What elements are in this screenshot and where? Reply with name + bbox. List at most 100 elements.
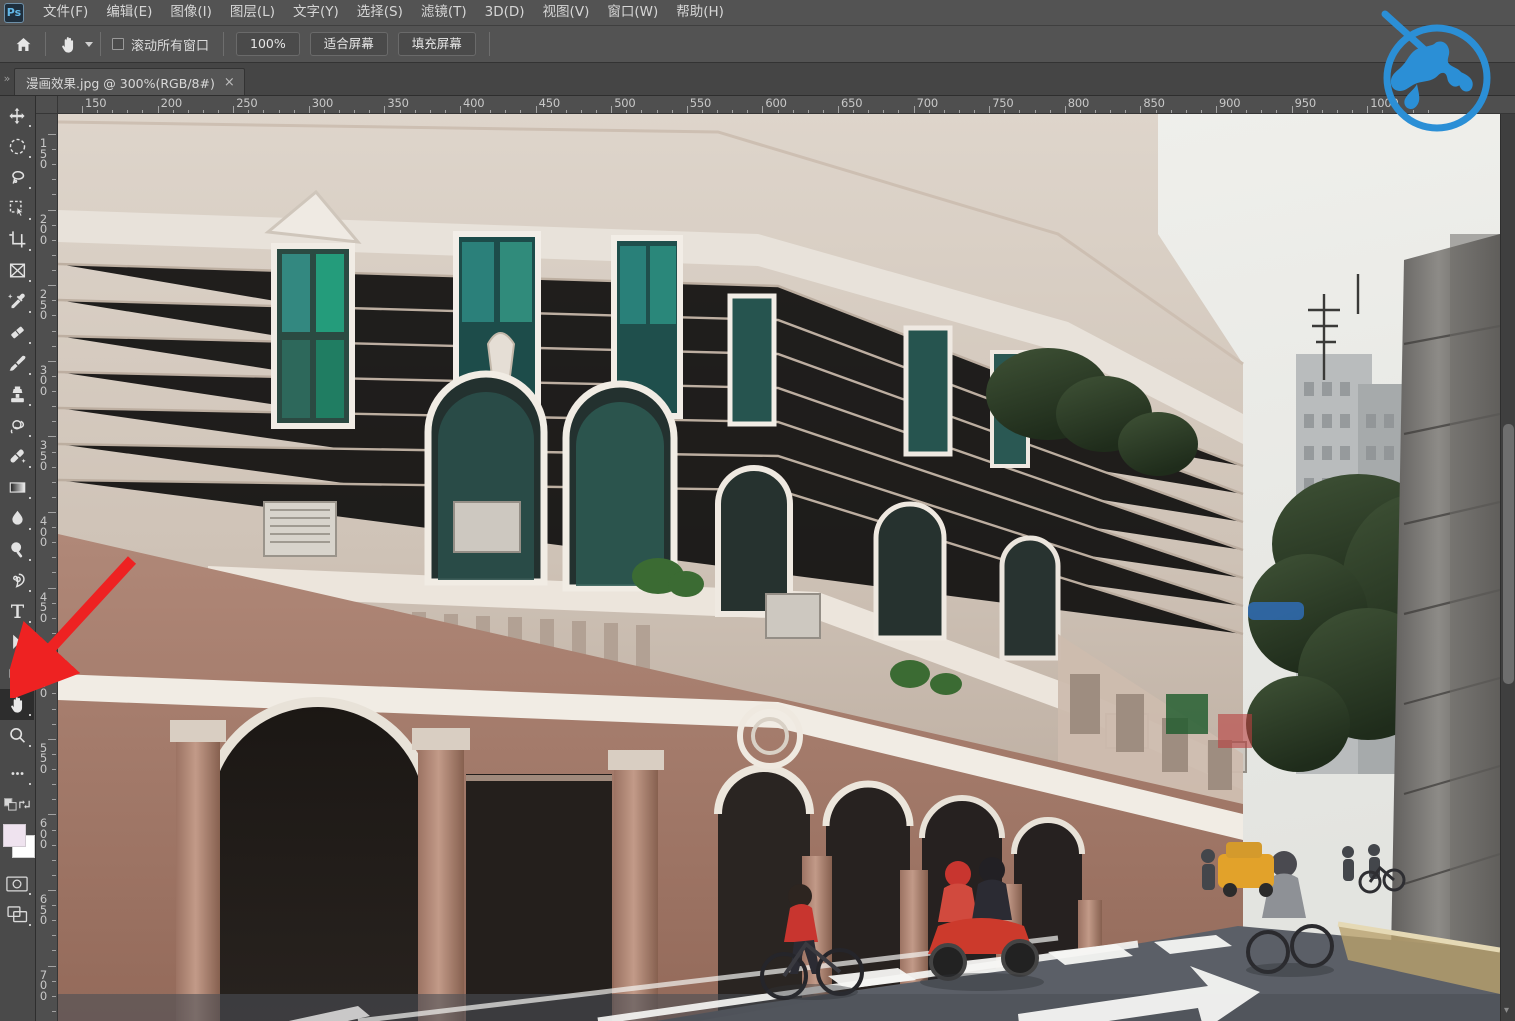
spot-healing-tool[interactable] [0,441,34,472]
ruler-tick [838,106,839,113]
color-swatches[interactable] [0,822,35,868]
ruler-corner [36,96,58,114]
menu-file[interactable]: 文件(F) [34,2,97,24]
ruler-label: 650 [39,892,48,927]
frame-tool[interactable] [0,255,34,286]
document-canvas[interactable] [58,114,1500,1021]
panel-expander-icon[interactable]: » [0,62,14,95]
ruler-minor-tick [52,572,56,574]
ruler-minor-tick [52,980,56,982]
ruler-minor-tick [52,345,56,347]
quick-mask-tool[interactable] [0,868,34,899]
home-icon[interactable] [8,31,38,57]
ruler-label: 150 [39,136,48,171]
zoom-tool[interactable] [0,720,34,751]
ruler-label: 200 [39,211,48,247]
horizontal-ruler[interactable]: 150 200 250 300 350 400 450 500 550 600 650 700 750 8… [58,96,1515,114]
options-divider-3 [223,32,225,56]
hand-tool-icon[interactable] [53,31,83,57]
ruler-label: 750 [992,96,1014,110]
ruler-minor-tick [52,829,56,831]
elliptical-marquee-tool[interactable] [0,131,34,162]
path-selection-tool[interactable] [0,627,34,658]
scroll-all-windows-checkbox[interactable]: 滚动所有窗口 [112,35,209,54]
pen-tool[interactable] [0,565,34,596]
ruler-minor-tick [52,194,56,196]
foreground-color-swatch[interactable] [3,824,26,847]
ruler-minor-tick [52,799,56,801]
menu-edit[interactable]: 编辑(E) [97,2,161,24]
screen-mode-tool[interactable] [0,899,34,930]
blur-tool[interactable] [0,503,34,534]
close-icon[interactable]: × [224,76,235,89]
ruler-label: 600 [39,816,48,852]
tools-panel [0,96,36,1021]
type-tool[interactable] [0,596,34,627]
swap-colors-icon [18,800,30,809]
ruler-label: 250 [39,287,48,323]
scroll-down-arrow-icon[interactable]: ▾ [1504,1005,1509,1016]
ruler-minor-tick [52,496,56,498]
document-tab-bar: » 漫画效果.jpg @ 300%(RGB/8#) × [0,63,1515,96]
scroll-all-windows-label: 滚动所有窗口 [131,38,210,54]
ruler-tick [535,106,537,113]
crop-tool[interactable] [0,224,34,255]
ruler-label: 150 [85,96,107,110]
eraser-tool[interactable] [0,317,34,348]
ruler-label: 500 [614,96,636,110]
ruler-tick [1291,106,1293,113]
ruler-label: 700 [916,96,939,110]
menu-type[interactable]: 文字(Y) [284,2,348,24]
menu-layer[interactable]: 图层(L) [221,2,284,24]
menu-view[interactable]: 视图(V) [534,2,599,24]
dodge-tool[interactable] [0,534,34,565]
canvas-vertical-scrollbar[interactable]: ▾ [1500,114,1515,1021]
ruler-minor-tick [52,451,56,453]
vertical-ruler[interactable]: 150 200 250 300 350 400 450 500 550 600 650 700 [36,114,58,1021]
ruler-label: 550 [689,96,712,110]
history-brush-tool[interactable] [0,410,34,441]
ruler-minor-tick [52,920,56,922]
gradient-tool[interactable] [0,472,34,503]
clone-stamp-tool[interactable] [0,379,34,410]
chevron-down-icon[interactable] [85,41,93,47]
fill-screen-button[interactable]: 填充屏幕 [397,31,476,57]
ruler-minor-tick [52,542,56,544]
document-tab[interactable]: 漫画效果.jpg @ 300%(RGB/8#) × [14,68,245,95]
scrollbar-thumb[interactable] [1503,424,1514,684]
menu-select[interactable]: 选择(S) [348,2,412,24]
ruler-minor-tick [52,481,56,483]
ruler-minor-tick [52,421,56,423]
ruler-minor-tick [52,527,56,529]
checkbox-box[interactable] [112,38,124,50]
ruler-tick [48,436,56,438]
ruler-minor-tick [52,375,56,377]
edit-toolbar-button[interactable] [0,758,34,789]
ruler-minor-tick [52,950,56,952]
ruler-label: 300 [311,96,334,110]
menu-3d[interactable]: 3D(D) [476,2,534,24]
ruler-tick [1367,106,1369,113]
ruler-label: 450 [538,96,561,110]
zoom-100-button[interactable]: 100% [236,31,300,57]
ruler-minor-tick [52,874,56,876]
ruler-tick [989,106,991,113]
brush-tool[interactable] [0,348,34,379]
menu-help[interactable]: 帮助(H) [667,2,733,24]
ruler-tick [48,890,56,891]
move-tool[interactable] [0,100,34,131]
lasso-tool[interactable] [0,162,34,193]
object-selection-tool[interactable] [0,193,34,224]
options-divider-2 [100,32,101,56]
eyedropper-tool[interactable] [0,286,34,317]
hand-tool[interactable] [0,689,34,720]
ruler-minor-tick [52,557,56,559]
menu-window[interactable]: 窗口(W) [598,2,667,24]
ruler-minor-tick [52,149,56,151]
rectangle-tool[interactable] [0,658,34,689]
menu-image[interactable]: 图像(I) [161,2,221,24]
menu-filter[interactable]: 滤镜(T) [412,2,476,24]
fit-screen-button[interactable]: 适合屏幕 [309,31,388,57]
ruler-tick [233,106,235,113]
ruler-minor-tick [52,678,56,680]
